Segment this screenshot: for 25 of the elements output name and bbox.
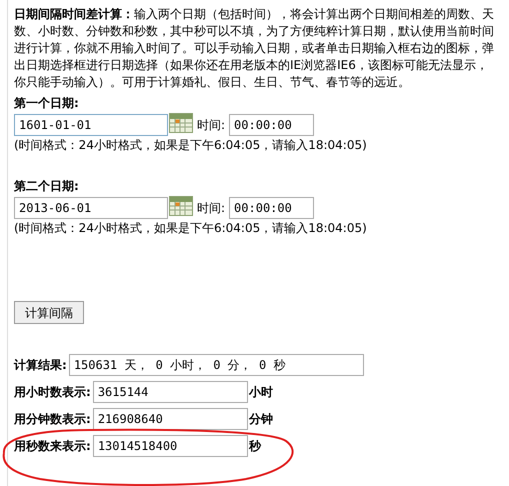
result-field[interactable]: 150631 天， 0 小时， 0 分， 0 秒	[68, 354, 364, 376]
intro-paragraph: 日期间隔时间差计算：输入两个日期（包括时间），将会计算出两个日期间相差的周数、天数、小时数、分钟数和秒数，其中秒可以不填，为了方便纯粹计算日期，默认使用当前时间进行计算，你就不用输入时间了。可以手动输入日期，或者单击日期输入框右边的图标，弹出日期选择框进行日期选择（如果你还在用老版本的IE浏览器IE6，该图标可能无法显示，你只能手动输入）。可用于计算婚礼、假日、生日、节气、春节等的远近。	[14, 6, 494, 91]
time-label: 时间:	[197, 200, 226, 216]
calculate-button[interactable]: 计算间隔	[14, 301, 84, 324]
conversion-field[interactable]: 13014518400	[92, 435, 248, 457]
time-input[interactable]: 00:00:00	[229, 197, 314, 219]
result-label: 计算结果:	[14, 356, 67, 374]
conversion-field[interactable]: 216908640	[92, 408, 248, 430]
date-input[interactable]: 2013-06-01	[14, 197, 168, 219]
time-label: 时间:	[197, 116, 226, 134]
calendar-icon[interactable]	[169, 113, 193, 133]
unit-label: 秒	[248, 438, 261, 454]
conversion-label: 用秒数来表示:	[14, 438, 91, 454]
unit-label: 小时	[248, 384, 273, 400]
time-format-hint: (时间格式：24小时格式，如果是下午6:04:05，请输入18:04:05)	[14, 137, 368, 154]
calendar-icon[interactable]	[169, 196, 193, 216]
conversion-label: 用分钟数表示:	[14, 410, 91, 428]
date-input[interactable]: 1601-01-01	[14, 114, 168, 136]
time-format-hint: (时间格式：24小时格式，如果是下午6:04:05，请输入18:04:05)	[14, 220, 368, 237]
date-heading: 第一个日期:	[14, 95, 80, 112]
conversion-field[interactable]: 3615144	[92, 381, 248, 403]
unit-label: 分钟	[248, 410, 273, 428]
conversion-label: 用小时数表示:	[14, 384, 91, 400]
time-input[interactable]: 00:00:00	[229, 114, 314, 136]
date-heading: 第二个日期:	[14, 178, 80, 195]
